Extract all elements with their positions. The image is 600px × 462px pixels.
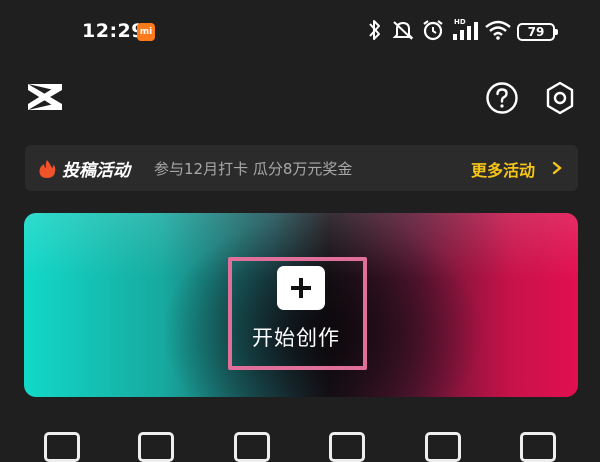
battery-icon: 79 — [517, 23, 558, 41]
mute-icon — [392, 21, 414, 40]
play-video-icon[interactable] — [44, 432, 80, 462]
camera-icon[interactable] — [329, 432, 365, 462]
activity-banner[interactable]: 投稿活动 参与12月打卡 瓜分8万元奖金 更多活动 — [25, 145, 578, 191]
image-icon[interactable] — [234, 432, 270, 462]
document-icon[interactable] — [425, 432, 461, 462]
status-bar: 12:29 mi HD 79 — [0, 0, 600, 64]
template-icon[interactable] — [520, 432, 556, 462]
notification-badge: mi — [137, 23, 155, 41]
signal-icon — [453, 22, 478, 40]
status-time: 12:29 — [82, 20, 145, 42]
bluetooth-icon — [369, 20, 380, 40]
alarm-icon — [423, 20, 443, 41]
plus-icon[interactable] — [277, 266, 325, 310]
banner-title: 投稿活动 — [62, 161, 130, 181]
wifi-icon — [485, 20, 511, 40]
start-creating-label[interactable]: 开始创作 — [252, 322, 340, 352]
help-icon[interactable] — [485, 81, 519, 115]
more-activities-link[interactable]: 更多活动 — [471, 157, 535, 181]
chevron-right-icon[interactable] — [552, 161, 562, 175]
capcut-logo-icon[interactable] — [24, 78, 66, 116]
clips-icon[interactable] — [138, 432, 174, 462]
settings-icon[interactable] — [543, 80, 577, 116]
banner-description: 参与12月打卡 瓜分8万元奖金 — [154, 160, 353, 178]
fire-icon — [39, 160, 56, 178]
